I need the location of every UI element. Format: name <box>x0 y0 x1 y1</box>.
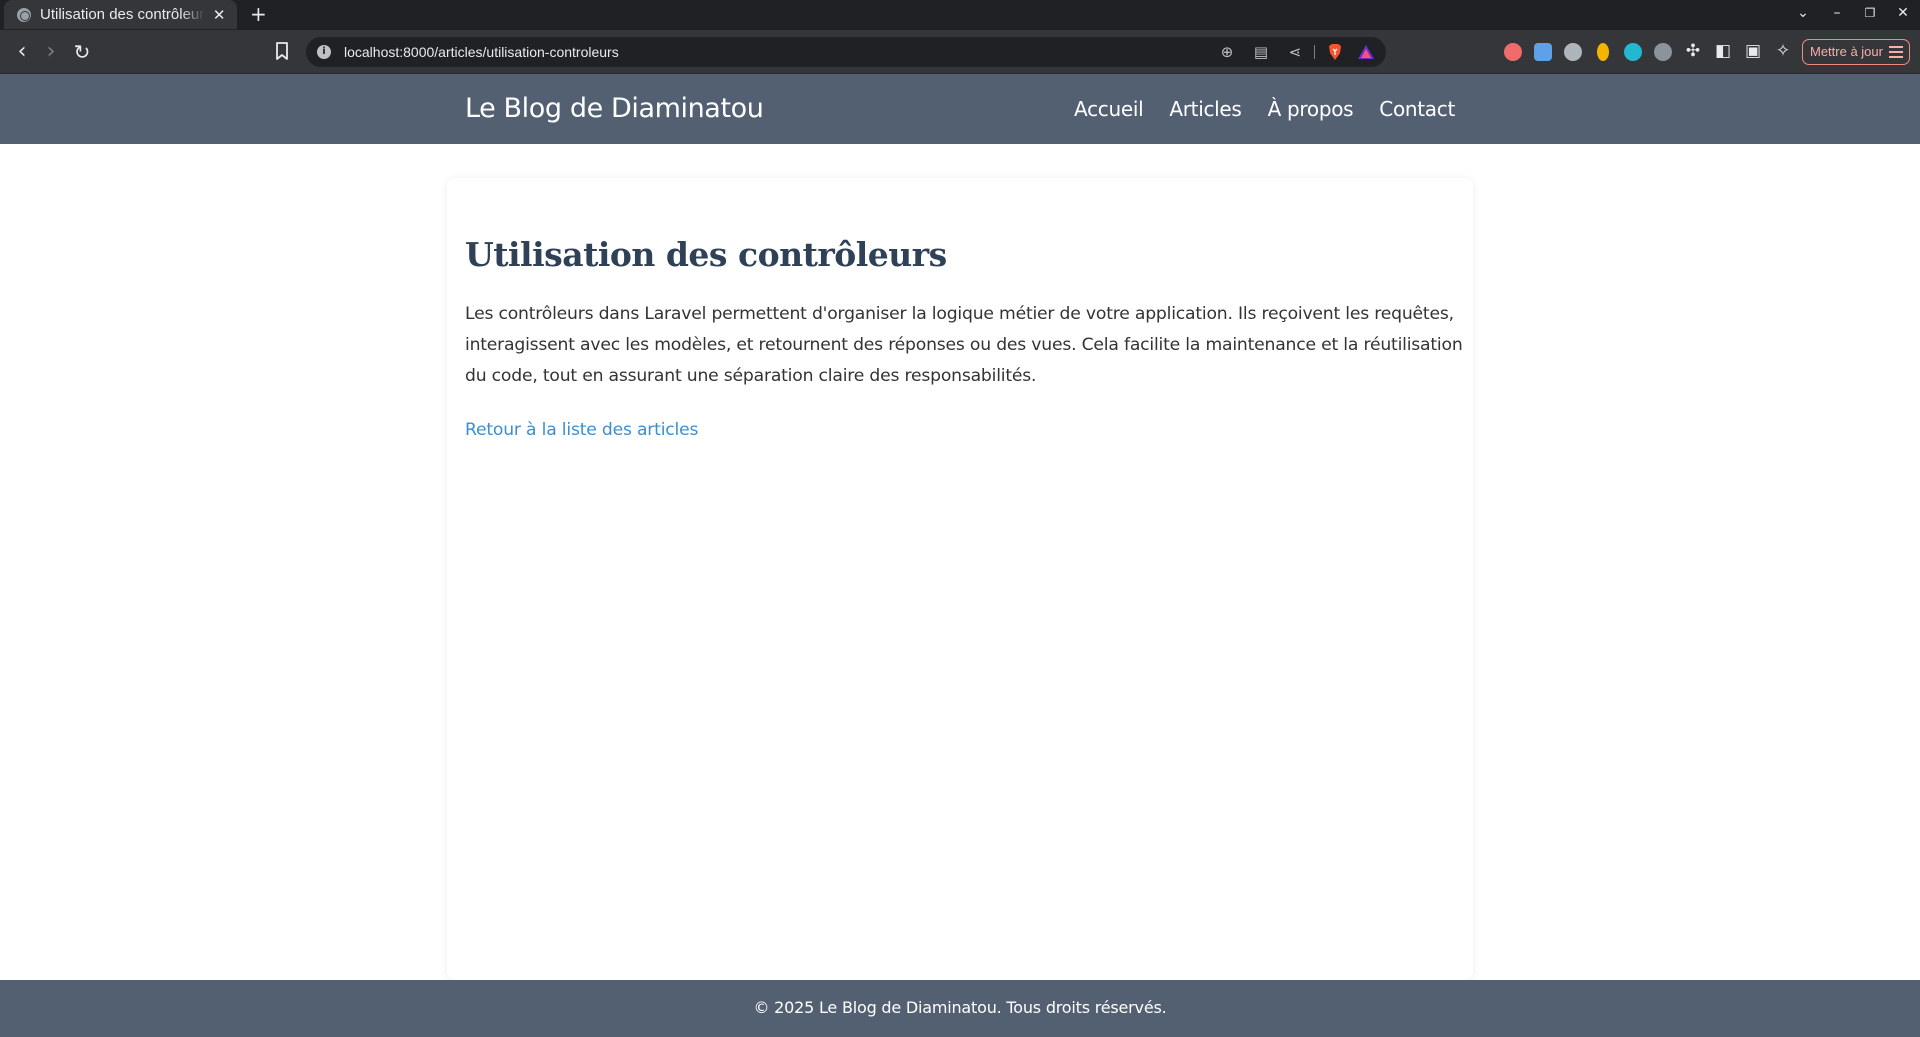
forward-button[interactable]: › <box>38 39 64 65</box>
browser-tab-bar: Utilisation des contrôleurs ✕ + ⌄ – ❐ ✕ <box>0 0 1920 30</box>
nav-link-a-propos[interactable]: À propos <box>1268 96 1354 122</box>
zoom-icon[interactable]: ⊕ <box>1218 43 1236 61</box>
nav-link-contact[interactable]: Contact <box>1379 96 1455 122</box>
restore-button[interactable]: ❐ <box>1860 3 1880 23</box>
bookmark-icon[interactable] <box>274 40 290 62</box>
article-title: Utilisation des contrôleurs <box>465 235 947 274</box>
tab-list-chevron-icon[interactable]: ⌄ <box>1793 3 1813 23</box>
extensions-puzzle-icon[interactable]: ✣ <box>1682 40 1704 62</box>
extension-camera-icon[interactable] <box>1534 43 1552 61</box>
extension-vpn-icon[interactable] <box>1654 43 1672 61</box>
extension-shield-grey-icon[interactable] <box>1564 43 1582 61</box>
globe-icon <box>17 7 31 22</box>
reload-button[interactable]: ↻ <box>69 39 95 65</box>
site-header: Le Blog de Diaminatou Accueil Articles À… <box>0 74 1920 144</box>
back-button[interactable]: ‹ <box>9 39 35 65</box>
footer-copyright: © 2025 Le Blog de Diaminatou. Tous droit… <box>753 998 1167 1017</box>
reader-mode-icon[interactable]: ▤ <box>1252 43 1270 61</box>
close-tab-icon[interactable]: ✕ <box>211 6 227 24</box>
tab-title: Utilisation des contrôleurs <box>40 6 206 23</box>
extension-shield-red-icon[interactable] <box>1504 43 1522 61</box>
url-text[interactable]: localhost:8000/articles/utilisation-cont… <box>344 43 619 61</box>
article-body: Les contrôleurs dans Laravel permettent … <box>465 304 1463 386</box>
share-icon[interactable]: ⋖ <box>1286 43 1304 61</box>
extension-download-icon[interactable] <box>1624 43 1642 61</box>
menu-icon <box>1889 46 1903 58</box>
new-tab-button[interactable]: + <box>250 2 267 26</box>
main-nav: Accueil Articles À propos Contact <box>1074 96 1455 122</box>
back-to-articles-link[interactable]: Retour à la liste des articles <box>465 418 698 442</box>
extension-pin-icon[interactable] <box>1597 43 1609 61</box>
nav-link-articles[interactable]: Articles <box>1169 96 1241 122</box>
update-button-label: Mettre à jour <box>1810 44 1883 59</box>
brave-rewards-icon[interactable] <box>1357 43 1375 61</box>
sidebar-icon[interactable]: ◧ <box>1712 40 1734 62</box>
nav-link-accueil[interactable]: Accueil <box>1074 96 1144 122</box>
address-bar[interactable]: i localhost:8000/articles/utilisation-co… <box>306 37 1386 67</box>
site-footer: © 2025 Le Blog de Diaminatou. Tous droit… <box>0 980 1920 1037</box>
close-window-button[interactable]: ✕ <box>1893 3 1913 23</box>
site-info-icon[interactable]: i <box>317 45 331 59</box>
minimize-button[interactable]: – <box>1827 3 1847 23</box>
browser-tab-active[interactable]: Utilisation des contrôleurs ✕ <box>4 0 237 29</box>
update-browser-button[interactable]: Mettre à jour <box>1802 39 1910 65</box>
browser-toolbar: ‹ › ↻ i localhost:8000/articles/utilisat… <box>0 30 1920 74</box>
wallet-icon[interactable]: ▣ <box>1742 40 1764 62</box>
omnibox-divider <box>1314 45 1315 59</box>
brave-shields-icon[interactable] <box>1327 43 1343 61</box>
article-card: Utilisation des contrôleurs Les contrôle… <box>447 178 1473 980</box>
site-title-link[interactable]: Le Blog de Diaminatou <box>465 91 764 127</box>
leo-ai-icon[interactable]: ✧ <box>1772 40 1794 62</box>
